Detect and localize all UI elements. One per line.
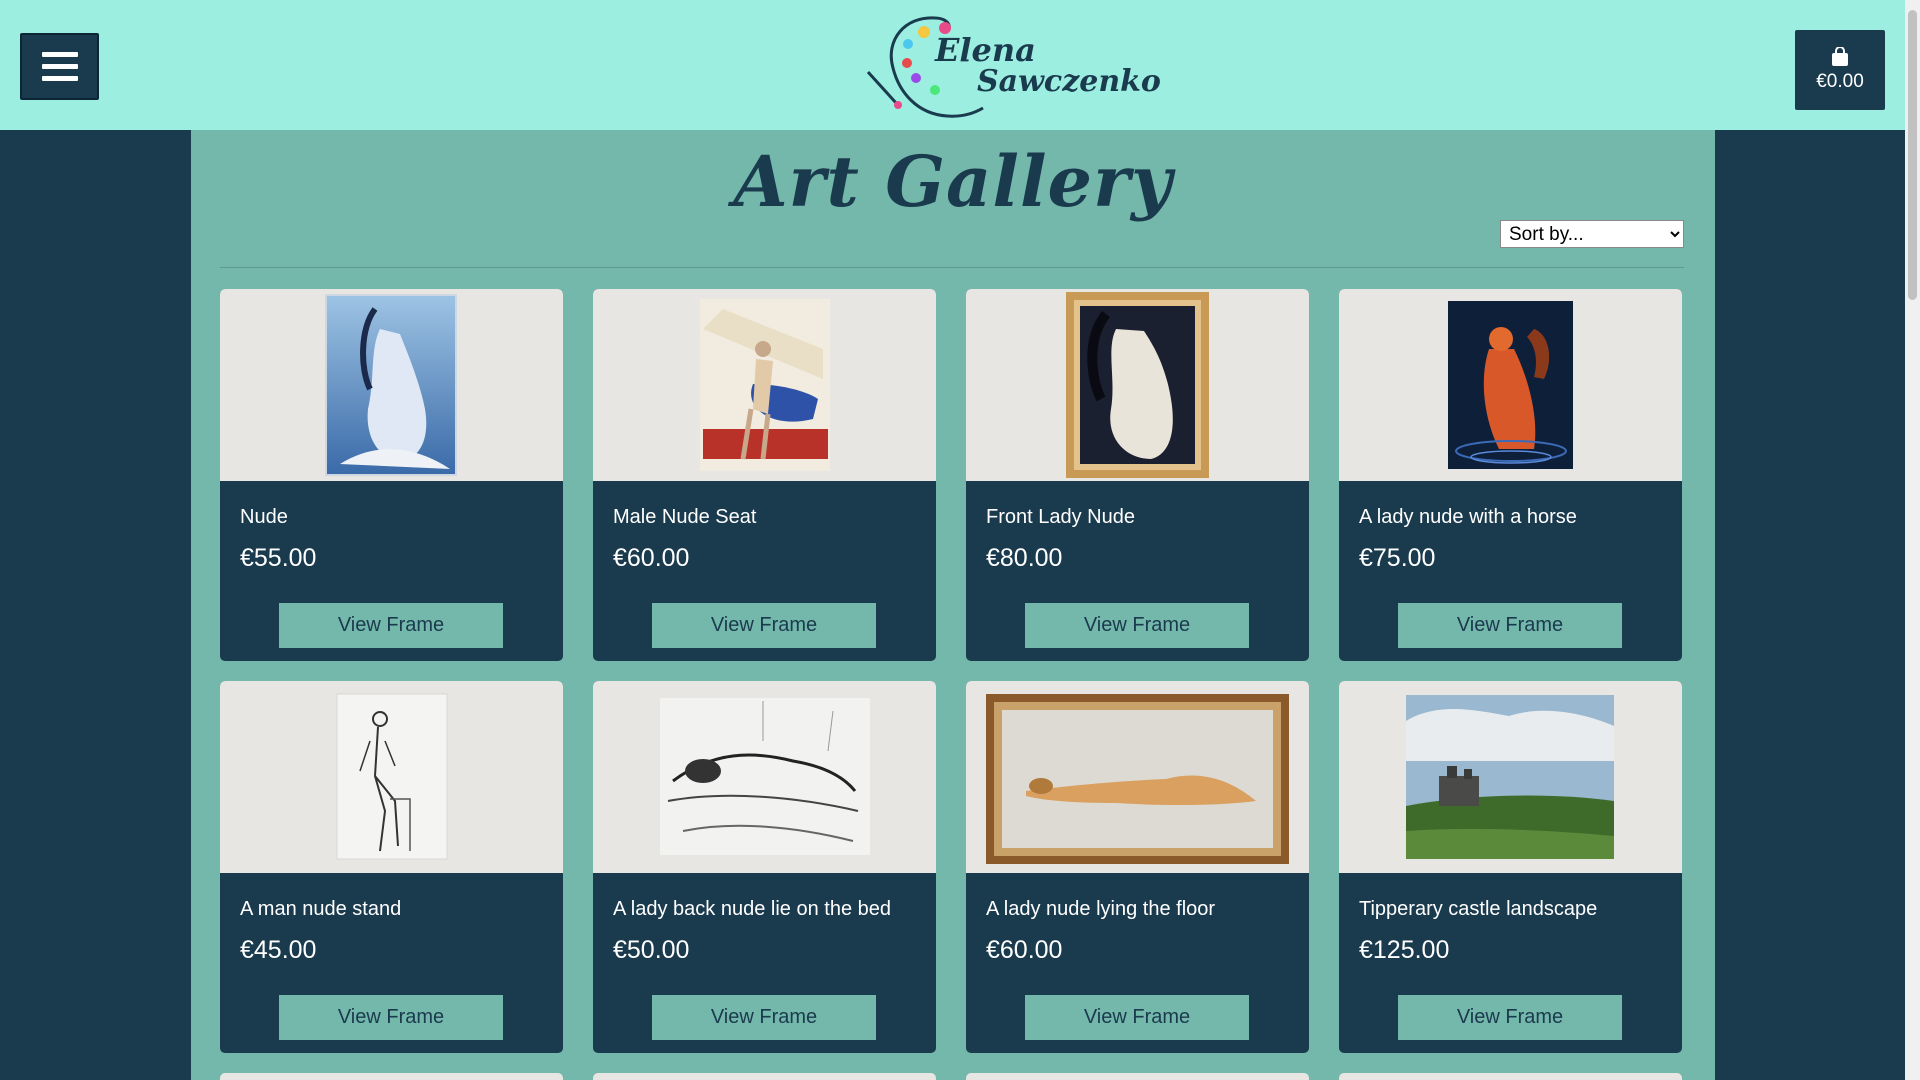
view-frame-button[interactable]: View Frame (1398, 603, 1622, 648)
menu-icon-bar (41, 64, 78, 69)
product-name[interactable]: A man nude stand (240, 898, 401, 921)
logo-line-first: Elena (935, 31, 1036, 69)
product-price: €75.00 (1359, 544, 1436, 572)
divider (220, 267, 1684, 268)
product-name[interactable]: A lady nude with a horse (1359, 506, 1577, 529)
product-image[interactable] (1339, 289, 1682, 481)
product-name[interactable]: A lady nude lying the floor (986, 898, 1215, 921)
artwork-thumbnail (660, 698, 870, 855)
view-frame-button[interactable]: View Frame (279, 603, 503, 648)
scrollbar-thumb[interactable] (1908, 10, 1917, 300)
product-image[interactable] (1339, 681, 1682, 873)
product-card: A lady nude with a horse €75.00 View Fra… (1339, 289, 1682, 661)
product-card: Nude €55.00 View Frame (220, 289, 563, 661)
logo-text: Elena Sawczenko (935, 34, 1161, 98)
cart-button[interactable]: €0.00 (1795, 30, 1885, 110)
product-price: €80.00 (986, 544, 1063, 572)
artwork-thumbnail (1406, 695, 1614, 859)
hamburger-menu-button[interactable] (20, 33, 99, 100)
view-frame-button[interactable]: View Frame (652, 603, 876, 648)
product-card: A lady nude lying the floor €60.00 View … (966, 681, 1309, 1053)
artwork-thumbnail (1066, 292, 1209, 478)
artwork-thumbnail (986, 694, 1289, 864)
view-frame-button[interactable]: View Frame (1025, 995, 1249, 1040)
shopping-bag-icon (1832, 47, 1848, 66)
product-card: Male Nude Seat €60.00 View Frame (593, 289, 936, 661)
artwork-thumbnail (1448, 301, 1573, 469)
product-image[interactable] (220, 681, 563, 873)
product-image[interactable] (966, 681, 1309, 873)
product-image[interactable] (966, 289, 1309, 481)
product-card-partial (220, 1073, 563, 1080)
site-header: Elena Sawczenko €0.00 (0, 0, 1905, 130)
product-image[interactable] (220, 289, 563, 481)
product-price: €45.00 (240, 936, 317, 964)
gallery-content: Art Gallery Sort by... Nude €55.00 View … (191, 130, 1715, 1080)
product-card-partial (966, 1073, 1309, 1080)
artwork-thumbnail (336, 693, 448, 860)
sort-select[interactable]: Sort by... (1500, 220, 1684, 248)
product-name[interactable]: A lady back nude lie on the bed (613, 898, 891, 921)
product-price: €60.00 (986, 936, 1063, 964)
product-card: Front Lady Nude €80.00 View Frame (966, 289, 1309, 661)
product-name[interactable]: Nude (240, 506, 288, 529)
artwork-thumbnail (700, 299, 830, 471)
next-row-cards-partial (220, 1073, 1684, 1080)
site-logo[interactable]: Elena Sawczenko (865, 10, 1161, 122)
product-image[interactable] (593, 289, 936, 481)
view-frame-button[interactable]: View Frame (279, 995, 503, 1040)
product-card: A lady back nude lie on the bed €50.00 V… (593, 681, 936, 1053)
product-name[interactable]: Front Lady Nude (986, 506, 1135, 529)
product-price: €50.00 (613, 936, 690, 964)
product-card-partial (593, 1073, 936, 1080)
logo-line-last: Sawczenko (977, 64, 1161, 99)
product-card: A man nude stand €45.00 View Frame (220, 681, 563, 1053)
view-frame-button[interactable]: View Frame (652, 995, 876, 1040)
product-price: €55.00 (240, 544, 317, 572)
product-image[interactable] (593, 681, 936, 873)
cart-total: €0.00 (1816, 71, 1864, 92)
product-card-partial (1339, 1073, 1682, 1080)
menu-icon-bar (41, 76, 78, 81)
product-name[interactable]: Male Nude Seat (613, 506, 756, 529)
view-frame-button[interactable]: View Frame (1398, 995, 1622, 1040)
product-card: Tipperary castle landscape €125.00 View … (1339, 681, 1682, 1053)
scrollbar[interactable] (1905, 0, 1920, 1080)
product-price: €125.00 (1359, 936, 1450, 964)
artwork-thumbnail (325, 294, 457, 476)
menu-icon (41, 52, 78, 57)
view-frame-button[interactable]: View Frame (1025, 603, 1249, 648)
product-grid: Nude €55.00 View Frame Male Nude Seat €6… (220, 289, 1684, 1053)
page-title: Art Gallery (733, 140, 1173, 223)
product-price: €60.00 (613, 544, 690, 572)
product-name[interactable]: Tipperary castle landscape (1359, 898, 1597, 921)
